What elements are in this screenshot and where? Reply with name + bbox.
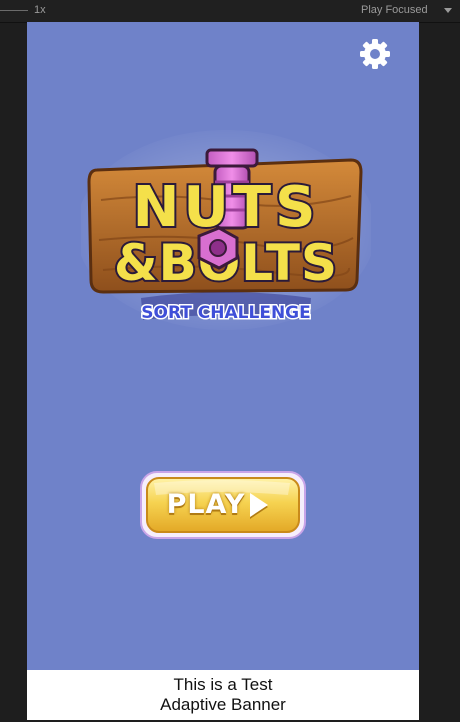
nut-icon [197,226,239,270]
ad-banner[interactable]: This is a Test Adaptive Banner [27,670,419,720]
play-arrow-icon [250,493,268,517]
scale-label: 1x [34,4,46,16]
ad-banner-line1: This is a Test [173,675,273,694]
settings-button[interactable] [357,36,393,72]
play-button-label: PLAY [166,489,246,520]
chevron-down-icon[interactable] [444,8,452,13]
game-view: NUTS &BOLTS SORT CHALLENGE PLAY [27,22,419,720]
play-mode-dropdown[interactable]: Play Focused [361,4,428,16]
ad-banner-line2: Adaptive Banner [160,695,286,714]
gear-icon [360,39,390,69]
logo-subtitle: SORT CHALLENGE [141,303,310,323]
play-button[interactable]: PLAY [140,471,306,539]
game-logo: NUTS &BOLTS SORT CHALLENGE [81,130,371,330]
scale-slider-track[interactable] [0,10,28,11]
editor-toolbar: 1x Play Focused [0,0,460,23]
